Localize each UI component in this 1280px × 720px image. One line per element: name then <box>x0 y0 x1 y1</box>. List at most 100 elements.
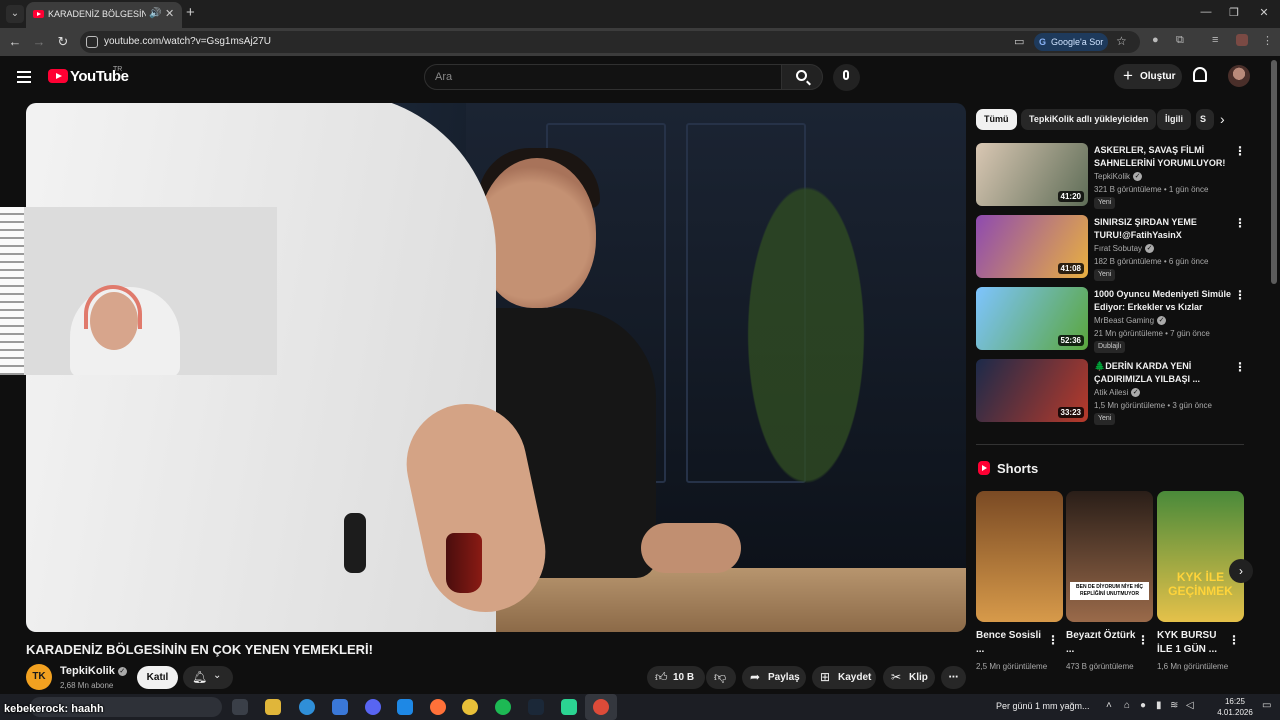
extension-icon[interactable]: ● <box>1152 34 1159 46</box>
weather-widget[interactable]: Per günü 1 mm yağm... <box>996 701 1090 711</box>
puzzle-icon[interactable]: ⧉ <box>1176 34 1184 47</box>
rec-meta: 321 B görüntüleme • 1 gün önce <box>1094 185 1209 194</box>
tab-search-menu[interactable]: ⌄ <box>6 5 24 23</box>
account-avatar[interactable] <box>1228 65 1250 87</box>
restore-icon[interactable]: ❐ <box>1224 6 1244 19</box>
rec-channel-name[interactable]: Atik Ailesi <box>1094 388 1128 397</box>
mail-icon[interactable] <box>397 699 413 715</box>
tab-audio-icon[interactable]: 🔊 <box>149 8 161 19</box>
rec-more-icon[interactable]: ⋮ <box>1234 288 1246 302</box>
youtube-logo-icon[interactable] <box>48 69 68 83</box>
site-info-icon[interactable] <box>86 36 98 48</box>
chip-all[interactable]: Tümü <box>976 109 1017 130</box>
voice-search-button[interactable] <box>833 64 860 91</box>
seated-man-hand <box>641 523 741 573</box>
channel-avatar[interactable]: TK <box>26 664 52 690</box>
rec-thumbnail[interactable]: 52:36 <box>976 287 1088 350</box>
bookmark-star-icon[interactable]: ☆ <box>1116 34 1127 48</box>
page-scrollbar[interactable] <box>1271 60 1277 284</box>
edge-icon[interactable] <box>299 699 315 715</box>
join-button[interactable]: Katıl <box>137 666 178 689</box>
profile-icon[interactable] <box>1236 34 1248 46</box>
forward-icon[interactable]: → <box>30 34 48 49</box>
store-icon[interactable] <box>332 699 348 715</box>
clock[interactable]: 16:25 4.01.2026 <box>1210 696 1260 718</box>
rec-channel-name[interactable]: TepkiKolik <box>1094 172 1130 181</box>
file-explorer-icon[interactable] <box>265 699 281 715</box>
search-button[interactable] <box>781 64 823 90</box>
tray-chevron-icon[interactable]: ˄ <box>1106 700 1112 711</box>
rec-thumbnail[interactable]: 41:20 <box>976 143 1088 206</box>
network-icon[interactable]: ⌂ <box>1124 700 1130 711</box>
mic-tray-icon[interactable]: ▮ <box>1156 700 1162 711</box>
chrome-icon[interactable] <box>462 699 478 715</box>
minimize-icon[interactable]: — <box>1196 6 1216 18</box>
rec-channel[interactable]: MrBeast Gaming ✓ <box>1094 316 1167 326</box>
create-button[interactable]: Oluştur <box>1114 63 1182 89</box>
channel-name[interactable]: TepkiKolik ✓ <box>60 665 127 677</box>
shorts-next-button[interactable]: › <box>1229 559 1253 583</box>
rec-channel-name[interactable]: Fırat Sobutay <box>1094 244 1142 253</box>
rec-thumbnail[interactable]: 41:08 <box>976 215 1088 278</box>
clip-button[interactable]: ✂ Klip <box>883 666 935 689</box>
address-bar[interactable]: youtube.com/watch?v=Gsg1msAj27U ▭ Google… <box>80 31 1140 53</box>
new-tab-button[interactable]: + <box>186 4 195 21</box>
firefox-icon[interactable] <box>430 699 446 715</box>
short-more-icon[interactable]: ⋮ <box>1228 633 1240 647</box>
reading-list-icon[interactable]: ≡ <box>1212 34 1218 46</box>
save-button[interactable]: ⊞ Kaydet <box>812 666 876 689</box>
rec-title[interactable]: ASKERLER, SAVAŞ FİLMİ SAHNELERİNİ YORUML… <box>1094 144 1234 170</box>
chevron-right-icon[interactable]: › <box>1220 111 1225 127</box>
short-thumbnail[interactable]: BEN DE DİYORUM NİYE HİÇ REPLİĞİNİ UNUTMU… <box>1066 491 1153 622</box>
short-thumbnail[interactable]: KYK İLE GEÇİNMEK <box>1157 491 1244 622</box>
chip-uploader[interactable]: TepkiKolik adlı yükleyiciden <box>1021 109 1157 130</box>
like-button[interactable]: 👍︎ 10 B <box>647 666 705 689</box>
chip-related[interactable]: İlgili <box>1157 109 1191 130</box>
url-text[interactable]: youtube.com/watch?v=Gsg1msAj27U <box>104 36 271 47</box>
rec-more-icon[interactable]: ⋮ <box>1234 360 1246 374</box>
subscription-bell-button[interactable]: 🔔︎ ⌄ <box>183 666 233 689</box>
search-input[interactable]: Ara <box>424 64 782 90</box>
channel-name-text[interactable]: TepkiKolik <box>60 665 115 677</box>
notifications-bell-icon[interactable] <box>1193 67 1207 82</box>
wifi-icon[interactable]: ≋ <box>1170 700 1178 711</box>
short-more-icon[interactable]: ⋮ <box>1047 633 1059 647</box>
volume-icon[interactable]: ◁ <box>1186 700 1194 711</box>
short-more-icon[interactable]: ⋮ <box>1137 633 1149 647</box>
discord-icon[interactable] <box>365 699 381 715</box>
rec-more-icon[interactable]: ⋮ <box>1234 144 1246 158</box>
tray-app-icon[interactable]: ● <box>1140 700 1146 711</box>
short-title[interactable]: KYK BURSU İLE 1 GÜN ... <box>1157 629 1232 657</box>
back-icon[interactable]: ← <box>6 34 24 49</box>
rec-channel[interactable]: Fırat Sobutay ✓ <box>1094 244 1155 254</box>
task-view-icon[interactable] <box>232 699 248 715</box>
rec-channel-name[interactable]: MrBeast Gaming <box>1094 316 1154 325</box>
rec-channel[interactable]: TepkiKolik ✓ <box>1094 172 1143 182</box>
guide-menu-icon[interactable] <box>17 71 31 83</box>
cast-icon[interactable]: ▭ <box>1014 35 1024 48</box>
app-icon[interactable] <box>561 699 577 715</box>
reload-icon[interactable]: ↻ <box>54 34 72 50</box>
rec-channel[interactable]: Atik Ailesi ✓ <box>1094 388 1141 398</box>
google-sor-button[interactable]: Google'a Sor <box>1034 33 1108 51</box>
rec-more-icon[interactable]: ⋮ <box>1234 216 1246 230</box>
rec-title[interactable]: 1000 Oyuncu Medeniyeti Simüle Ediyor: Er… <box>1094 288 1234 314</box>
rec-title[interactable]: 🌲DERİN KARDA YENİ ÇADIRIMIZLA YILBAŞI ..… <box>1094 360 1234 386</box>
steam-icon[interactable] <box>528 699 544 715</box>
kebab-menu-icon[interactable]: ⋮ <box>1262 34 1273 47</box>
notification-center-icon[interactable]: ▭ <box>1262 700 1271 711</box>
close-window-icon[interactable]: ✕ <box>1254 6 1274 19</box>
tab-close-icon[interactable]: ✕ <box>165 7 174 20</box>
short-title[interactable]: Beyazıt Öztürk ... <box>1066 629 1141 657</box>
short-thumbnail[interactable] <box>976 491 1063 622</box>
browser-tab-active[interactable]: KARADENİZ BÖLGESİNİN EN 🔊 ✕ <box>26 2 182 28</box>
rec-title[interactable]: SINIRSIZ ŞIRDAN YEME TURU!@FatihYasinX <box>1094 216 1234 242</box>
rec-thumbnail[interactable]: 33:23 <box>976 359 1088 422</box>
spotify-icon[interactable] <box>495 699 511 715</box>
dislike-button[interactable]: 👎︎ <box>706 666 736 689</box>
chip-partial[interactable]: S <box>1196 109 1214 130</box>
chrome-active-icon[interactable] <box>593 699 609 715</box>
share-button[interactable]: ➦ Paylaş <box>742 666 806 689</box>
more-actions-button[interactable]: ⋯ <box>941 666 966 689</box>
short-title[interactable]: Bence Sosisli ... <box>976 629 1051 657</box>
